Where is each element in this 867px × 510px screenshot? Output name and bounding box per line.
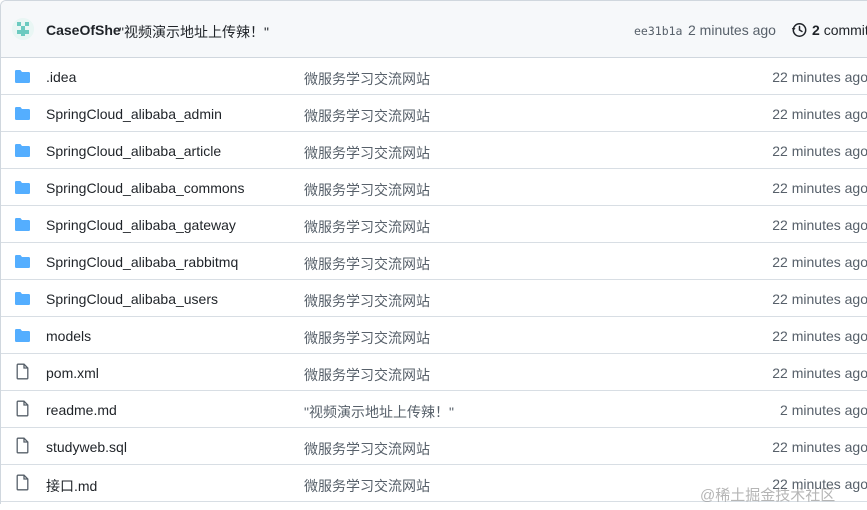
file-name-link[interactable]: models [46, 328, 91, 344]
latest-commit-header: CaseOfShe "视频演示地址上传辣！" ee31b1a 2 minutes… [1, 1, 867, 58]
commits-label: commits [823, 22, 867, 38]
file-name-link[interactable]: SpringCloud_alibaba_article [46, 143, 221, 159]
file-commit-message-link[interactable]: 微服务学习交流网站 [304, 143, 430, 163]
file-icon [14, 474, 31, 494]
file-name-link[interactable]: SpringCloud_alibaba_admin [46, 106, 222, 122]
file-commit-time: 22 minutes ago [772, 106, 867, 122]
file-commit-time: 22 minutes ago [772, 69, 867, 85]
file-icon [14, 437, 31, 457]
folder-icon [14, 217, 31, 235]
file-name-link[interactable]: SpringCloud_alibaba_commons [46, 180, 244, 196]
file-commit-time: 22 minutes ago [772, 143, 867, 159]
commit-sha-link[interactable]: ee31b1a [634, 24, 682, 38]
file-row[interactable]: SpringCloud_alibaba_rabbitmq 微服务学习交流网站 22 … [1, 243, 867, 280]
file-row[interactable]: SpringCloud_alibaba_commons 微服务学习交流网站 22 m… [1, 169, 867, 206]
file-row[interactable]: SpringCloud_alibaba_admin 微服务学习交流网站 22 min… [1, 95, 867, 132]
file-row[interactable]: pom.xml 微服务学习交流网站 22 minutes ago [1, 354, 867, 391]
file-name-link[interactable]: SpringCloud_alibaba_users [46, 291, 218, 307]
folder-icon [14, 143, 31, 161]
file-row[interactable]: SpringCloud_alibaba_gateway 微服务学习交流网站 22 m… [1, 206, 867, 243]
commit-message-link[interactable]: "视频演示地址上传辣！" [119, 22, 269, 42]
file-row[interactable]: readme.md "视频演示地址上传辣！" 2 minutes ago [1, 391, 867, 428]
file-commit-message-link[interactable]: 微服务学习交流网站 [304, 439, 430, 459]
file-row[interactable]: models 微服务学习交流网站 22 minutes ago [1, 317, 867, 354]
author-avatar[interactable] [12, 18, 34, 40]
file-commit-message-link[interactable]: 微服务学习交流网站 [304, 180, 430, 200]
folder-icon [14, 106, 31, 124]
folder-icon [14, 291, 31, 309]
file-name-link[interactable]: pom.xml [46, 365, 99, 381]
file-commit-time: 22 minutes ago [772, 180, 867, 196]
file-commit-time: 22 minutes ago [772, 291, 867, 307]
file-commit-message-link[interactable]: 微服务学习交流网站 [304, 254, 430, 274]
file-commit-time: 2 minutes ago [780, 402, 867, 418]
commit-author-link[interactable]: CaseOfShe [46, 22, 121, 38]
file-icon [14, 363, 31, 383]
file-name-link[interactable]: 接口.md [46, 476, 97, 496]
file-commit-time: 22 minutes ago [772, 328, 867, 344]
watermark: @稀土掘金技术社区 [700, 487, 836, 504]
commits-link[interactable]: 2 commits [812, 22, 867, 38]
file-commit-time: 22 minutes ago [772, 365, 867, 381]
file-commit-time: 22 minutes ago [772, 217, 867, 233]
file-commit-message-link[interactable]: 微服务学习交流网站 [304, 328, 430, 348]
file-commit-message-link[interactable]: 微服务学习交流网站 [304, 476, 430, 496]
history-icon[interactable] [791, 22, 807, 41]
file-name-link[interactable]: SpringCloud_alibaba_gateway [46, 217, 236, 233]
folder-icon [14, 254, 31, 272]
file-name-link[interactable]: SpringCloud_alibaba_rabbitmq [46, 254, 238, 270]
commits-count: 2 [812, 22, 820, 38]
file-row[interactable]: .idea 微服务学习交流网站 22 minutes ago [1, 58, 867, 95]
file-name-link[interactable]: readme.md [46, 402, 117, 418]
folder-icon [14, 328, 31, 346]
file-commit-message-link[interactable]: 微服务学习交流网站 [304, 217, 430, 237]
file-commit-message-link[interactable]: 微服务学习交流网站 [304, 291, 430, 311]
file-commit-message-link[interactable]: 微服务学习交流网站 [304, 365, 430, 385]
file-commit-message-link[interactable]: "视频演示地址上传辣！" [304, 402, 454, 422]
folder-icon [14, 180, 31, 198]
file-row[interactable]: studyweb.sql 微服务学习交流网站 22 minutes ago [1, 428, 867, 465]
commit-time: 2 minutes ago [688, 22, 776, 38]
file-icon [14, 400, 31, 420]
file-row[interactable]: SpringCloud_alibaba_users 微服务学习交流网站 22 min… [1, 280, 867, 317]
file-row[interactable]: SpringCloud_alibaba_article 微服务学习交流网站 22 m… [1, 132, 867, 169]
file-commit-time: 22 minutes ago [772, 254, 867, 270]
file-list-box: CaseOfShe "视频演示地址上传辣！" ee31b1a 2 minutes… [0, 0, 867, 504]
file-rows: .idea 微服务学习交流网站 22 minutes ago SpringCloud_… [1, 58, 867, 502]
file-commit-message-link[interactable]: 微服务学习交流网站 [304, 69, 430, 89]
file-name-link[interactable]: .idea [46, 69, 76, 85]
file-commit-message-link[interactable]: 微服务学习交流网站 [304, 106, 430, 126]
folder-icon [14, 69, 31, 87]
file-commit-time: 22 minutes ago [772, 439, 867, 455]
file-name-link[interactable]: studyweb.sql [46, 439, 127, 455]
